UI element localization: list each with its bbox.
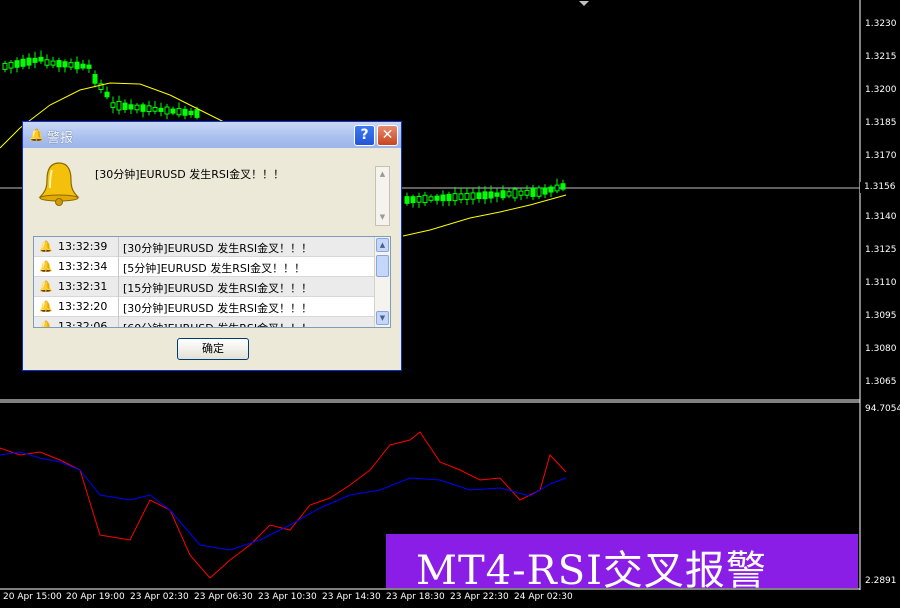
alert-time: 13:32:20	[58, 300, 108, 313]
close-button[interactable]: ✕	[377, 125, 398, 146]
alert-time: 13:32:34	[58, 260, 108, 273]
bell-icon: 🔔	[29, 128, 44, 142]
alert-time: 13:32:31	[58, 280, 108, 293]
time-tick-label: 23 Apr 14:30	[322, 592, 381, 602]
list-scroll-thumb[interactable]	[376, 255, 389, 277]
price-tick-label: 1.3230	[865, 19, 897, 29]
scroll-up-icon[interactable]: ▲	[377, 169, 388, 180]
time-tick-label: 20 Apr 19:00	[66, 592, 125, 602]
time-tick-label: 23 Apr 02:30	[130, 592, 189, 602]
scroll-down-icon[interactable]: ▼	[377, 212, 388, 223]
current-price-label: 1.3156	[860, 182, 900, 193]
bell-icon: 🔔	[39, 320, 53, 328]
indicator-scale-bottom: 2.2891	[865, 576, 897, 586]
price-tick-label: 1.3170	[865, 151, 897, 161]
time-tick-label: 20 Apr 15:00	[3, 592, 62, 602]
price-tick-label: 1.3215	[865, 52, 897, 62]
alert-row-message: [60分钟]EURUSD 发生RSI金叉！！！	[123, 320, 312, 327]
alert-row-message: [30分钟]EURUSD 发生RSI金叉！！！	[123, 302, 313, 315]
alert-row-message: [15分钟]EURUSD 发生RSI金叉！！！	[123, 282, 313, 295]
help-button[interactable]: ?	[354, 125, 375, 146]
column-divider	[118, 237, 119, 257]
indicator-scale-top: 94.7054	[865, 404, 900, 414]
title-banner: MT4-RSI交叉报警	[386, 534, 858, 594]
time-tick-label: 23 Apr 10:30	[258, 592, 317, 602]
price-tick-label: 1.3065	[865, 377, 897, 387]
alert-message: [30分钟]EURUSD 发生RSI金叉！！！	[95, 168, 285, 181]
dialog-titlebar[interactable]: 🔔 警报 ? ✕	[23, 122, 401, 148]
dialog-title: 警报	[47, 131, 74, 146]
column-divider	[118, 277, 119, 297]
column-divider	[118, 317, 119, 327]
list-scroll-up-icon[interactable]: ▲	[376, 238, 389, 252]
bell-icon: 🔔	[39, 260, 53, 273]
alert-time: 13:32:39	[58, 240, 108, 253]
alert-row[interactable]: 🔔 13:32:34 [5分钟]EURUSD 发生RSI金叉！！！	[34, 257, 374, 277]
alert-row[interactable]: 🔔 13:32:39 [30分钟]EURUSD 发生RSI金叉！！！	[34, 237, 374, 257]
alert-row-message: [5分钟]EURUSD 发生RSI金叉！！！	[123, 262, 306, 275]
price-tick-label: 1.3110	[865, 278, 897, 288]
banner-text: MT4-RSI交叉报警	[416, 548, 767, 594]
price-tick-label: 1.3140	[865, 212, 897, 222]
time-tick-label: 23 Apr 06:30	[194, 592, 253, 602]
alert-row[interactable]: 🔔 13:32:06 [60分钟]EURUSD 发生RSI金叉！！！	[34, 317, 374, 328]
column-divider	[118, 257, 119, 277]
shift-marker-icon[interactable]	[579, 1, 589, 6]
large-bell-icon	[38, 162, 80, 206]
bell-icon: 🔔	[39, 240, 53, 253]
ok-button[interactable]: 确定	[177, 338, 249, 360]
alert-row[interactable]: 🔔 13:32:31 [15分钟]EURUSD 发生RSI金叉！！！	[34, 277, 374, 297]
list-scroll-down-icon[interactable]: ▼	[376, 311, 389, 325]
price-tick-label: 1.3185	[865, 118, 897, 128]
column-divider	[118, 297, 119, 317]
price-tick-label: 1.3095	[865, 311, 897, 321]
price-tick-label: 1.3125	[865, 245, 897, 255]
alert-row-message: [30分钟]EURUSD 发生RSI金叉！！！	[123, 242, 313, 255]
alert-dialog[interactable]: 🔔 警报 ? ✕ [30分钟]EURUSD 发生RSI金叉！！！ ▲ ▼ 🔔 13…	[22, 121, 402, 371]
alert-row[interactable]: 🔔 13:32:20 [30分钟]EURUSD 发生RSI金叉！！！	[34, 297, 374, 317]
bell-icon: 🔔	[39, 280, 53, 293]
list-scrollbar[interactable]: ▲ ▼	[374, 237, 390, 327]
price-tick-label: 1.3200	[865, 85, 897, 95]
alert-time: 13:32:06	[58, 320, 108, 328]
alert-history-list[interactable]: 🔔 13:32:39 [30分钟]EURUSD 发生RSI金叉！！！ 🔔 13:32:3…	[33, 236, 391, 328]
price-tick-label: 1.3080	[865, 344, 897, 354]
bell-icon: 🔔	[39, 300, 53, 313]
message-scrollbar[interactable]: ▲ ▼	[375, 166, 390, 226]
